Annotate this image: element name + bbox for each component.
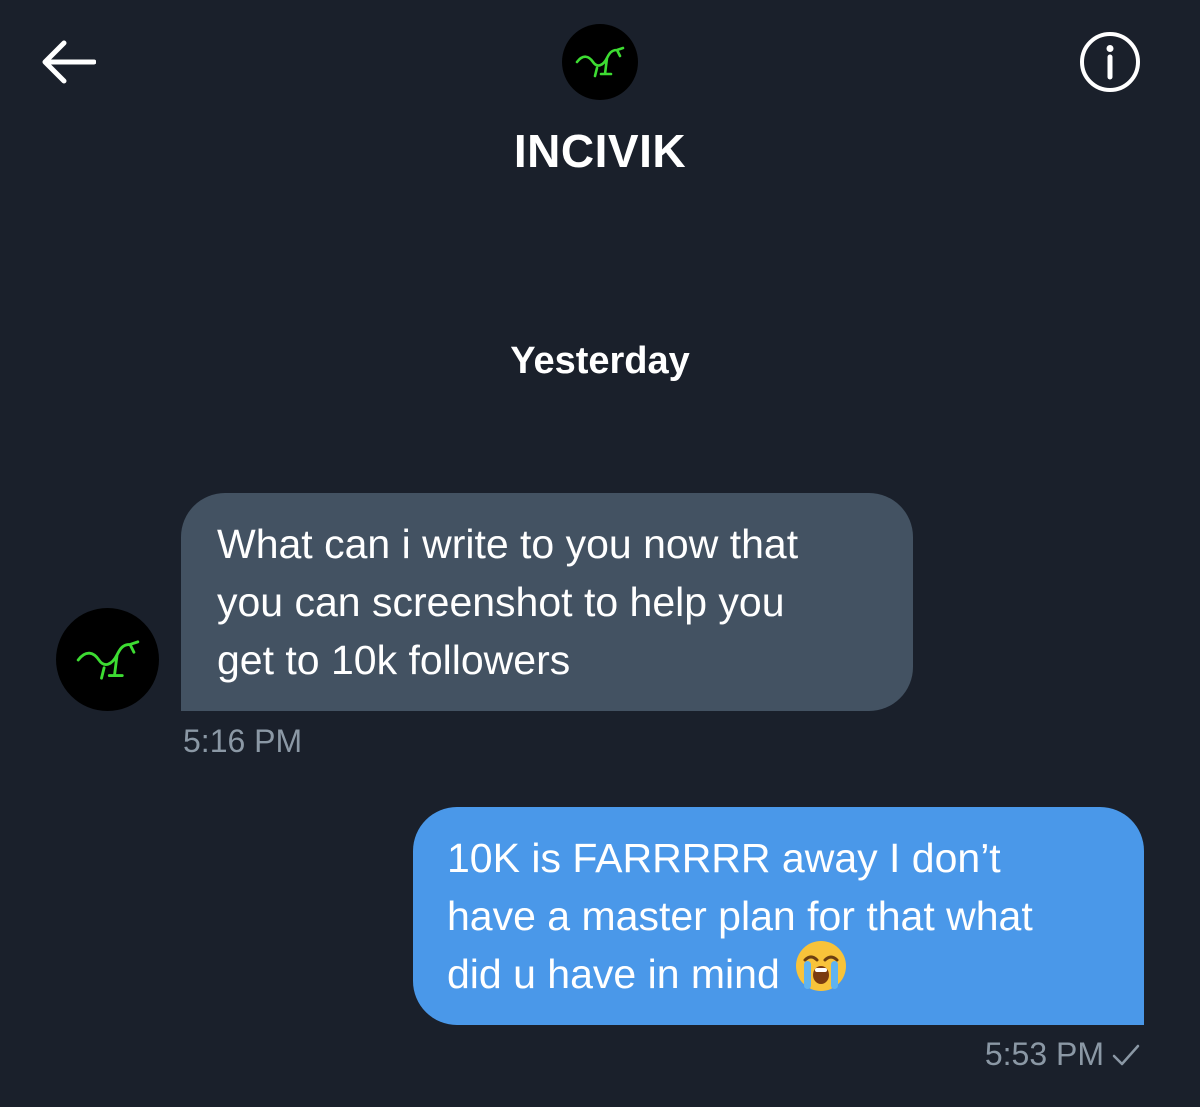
message-text-line-with-emoji: did u have in mind bbox=[447, 940, 1116, 1008]
green-dog-logo-icon bbox=[76, 639, 139, 680]
back-button[interactable] bbox=[36, 30, 100, 94]
message-text-line: What can i write to you now that bbox=[217, 521, 799, 567]
info-circle-icon bbox=[1080, 32, 1140, 92]
outgoing-message-bubble[interactable]: 10K is FARRRRR away I don’t have a maste… bbox=[413, 807, 1144, 1025]
contact-avatar[interactable] bbox=[562, 24, 638, 100]
green-dog-logo-icon bbox=[575, 46, 625, 78]
message-timestamp: 5:53 PM bbox=[984, 1036, 1104, 1072]
message-text-line: have a master plan for that what bbox=[447, 893, 1033, 939]
message-text-line: 10K is FARRRRR away I don’t bbox=[447, 835, 1001, 881]
loudly-crying-face-icon bbox=[794, 939, 848, 1008]
message-text: did u have in mind bbox=[447, 951, 780, 997]
message-text-line: get to 10k followers bbox=[217, 637, 571, 683]
date-divider: Yesterday bbox=[510, 340, 690, 382]
incoming-message-bubble[interactable]: What can i write to you now that you can… bbox=[181, 493, 913, 711]
checkmark-icon bbox=[1112, 1044, 1140, 1065]
info-button[interactable] bbox=[1078, 30, 1142, 94]
arrow-left-icon bbox=[42, 40, 96, 84]
contact-name[interactable]: INCIVIK bbox=[0, 124, 1200, 178]
message-timestamp: 5:16 PM bbox=[183, 723, 303, 759]
message-text-line: you can screenshot to help you bbox=[217, 579, 785, 625]
sender-avatar[interactable] bbox=[56, 608, 159, 711]
message-status-row: 5:53 PM bbox=[700, 1036, 1140, 1073]
